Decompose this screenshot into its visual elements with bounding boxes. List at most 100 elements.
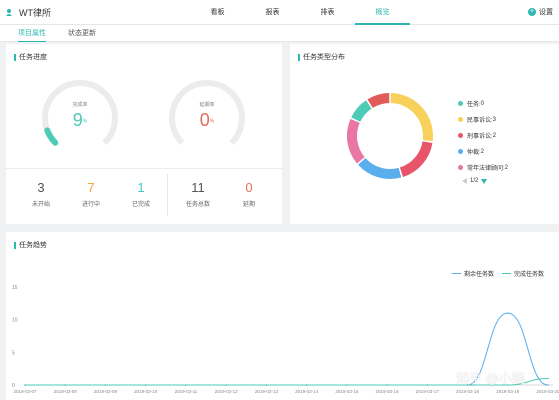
tab-status-updates[interactable]: 状态更新: [68, 25, 96, 42]
panel-title: 任务类型分布: [298, 52, 345, 62]
next-page-icon[interactable]: [481, 178, 488, 184]
series-point[interactable]: [144, 384, 147, 386]
legend-dot: [458, 117, 463, 122]
legend-dot: [458, 149, 463, 154]
overdue-label: 延期率: [199, 102, 215, 108]
stat-label: 未开始: [31, 202, 50, 208]
legend-line: [502, 273, 511, 274]
legend-value: 2: [504, 164, 509, 171]
x-tick-label: 2019-03-10: [134, 389, 158, 394]
legend-value: 0: [480, 100, 485, 107]
legend-item-civil[interactable]: 民事诉讼: 3: [458, 115, 496, 124]
legend-item-arbitration[interactable]: 仲裁: 2: [458, 147, 484, 156]
donut-slice-counsel[interactable]: [347, 118, 365, 164]
legend-label: 常年法律顾问:: [467, 166, 505, 172]
y-tick-label: 5: [12, 350, 15, 356]
stat-value: 0: [245, 180, 253, 195]
divider: [6, 168, 282, 169]
x-tick-label: 2019-03-19: [496, 389, 520, 394]
series-point[interactable]: [104, 384, 107, 386]
prev-page-icon[interactable]: [462, 178, 467, 184]
x-tick-label: 2019-03-09: [94, 389, 118, 394]
x-tick-label: 2019-03-18: [456, 389, 480, 394]
legend-value: 2: [492, 132, 497, 139]
legend-item-counsel[interactable]: 常年法律顾问: 2: [458, 163, 508, 172]
stat-value: 1: [137, 180, 145, 195]
stat-completed[interactable]: 1 已完成: [121, 180, 161, 209]
completion-value: 9%: [72, 110, 88, 130]
donut-slice-task-page2-a[interactable]: [351, 100, 372, 122]
legend-dot: [458, 101, 463, 106]
legend-line: [452, 273, 461, 274]
app-name: WT律所: [19, 8, 51, 18]
legend-value: 3: [492, 116, 497, 123]
x-tick-label: 2019-03-12: [215, 389, 239, 394]
nav-item-overview[interactable]: 概览: [355, 0, 410, 25]
completion-label: 完成率: [72, 102, 88, 108]
nav-item-schedule[interactable]: 排表: [300, 0, 355, 25]
series-point[interactable]: [386, 384, 388, 386]
plus-icon: +: [528, 8, 536, 16]
nav-item-reports[interactable]: 报表: [245, 0, 300, 25]
x-tick-label: 2019-03-14: [295, 389, 319, 394]
x-tick-label: 2019-03-15: [335, 389, 359, 394]
x-tick-label: 2019-03-17: [416, 389, 440, 394]
sub-tabs: 项目属性 状态更新: [0, 25, 559, 42]
x-tick-label: 2019-03-16: [376, 389, 400, 394]
x-tick-label: 2019-03-13: [255, 389, 279, 394]
stat-label: 进行中: [81, 202, 100, 208]
legend-item-task[interactable]: 任务: 0: [458, 99, 484, 108]
legend-dot: [458, 133, 463, 138]
x-tick-label: 2019-03-08: [54, 389, 78, 394]
panel-title: 任务趋势: [14, 240, 47, 250]
legend-pager: 1/2: [462, 178, 488, 184]
main-nav: 看板 报表 排表 概览: [190, 0, 410, 25]
donut-slice-task-page2-b[interactable]: [367, 93, 390, 109]
stat-overdue[interactable]: 0 延期: [229, 180, 269, 209]
logo-icon: [6, 9, 12, 16]
nav-item-board[interactable]: 看板: [190, 0, 245, 25]
top-navigation-bar: WT律所 看板 报表 排表 概览 + 设置: [0, 0, 559, 25]
series-point[interactable]: [64, 384, 67, 386]
tab-project-attributes[interactable]: 项目属性: [18, 25, 46, 42]
settings-button[interactable]: + 设置: [528, 7, 553, 17]
watermark: 知乎 @小娴: [456, 371, 525, 386]
series-point[interactable]: [225, 384, 227, 386]
series-point[interactable]: [426, 384, 429, 386]
legend-item-criminal[interactable]: 刑事诉讼: 2: [458, 131, 496, 140]
legend-label: 仲裁:: [467, 150, 481, 156]
stat-total[interactable]: 11 任务总数: [178, 180, 218, 209]
stat-label: 已完成: [131, 202, 150, 208]
stat-in-progress[interactable]: 7 进行中: [71, 180, 111, 209]
x-tick-label: 2019-03-07: [13, 389, 37, 394]
stat-value: 7: [87, 180, 95, 195]
app-logo[interactable]: WT律所: [6, 6, 51, 19]
legend-label: 刑事诉讼:: [467, 134, 493, 140]
legend-label: 任务:: [467, 102, 481, 108]
x-tick-label: 2019-03-20: [536, 389, 559, 394]
legend-dot: [458, 165, 463, 170]
series-point[interactable]: [305, 384, 308, 386]
stat-label: 任务总数: [185, 202, 210, 208]
stat-not-started[interactable]: 3 未开始: [21, 180, 61, 209]
donut-slice-civil[interactable]: [390, 93, 433, 142]
y-tick-label: 15: [12, 285, 18, 291]
series-point[interactable]: [547, 384, 549, 386]
stat-value: 11: [191, 180, 205, 195]
task-progress-panel: 任务进度 完成率 9% 延期率 0% 3 未开始 7 进行中 1 已完成 11 …: [6, 44, 282, 224]
series-point[interactable]: [547, 377, 549, 380]
stat-label: 延期: [242, 202, 255, 208]
legend-value: 2: [480, 148, 485, 155]
stat-value: 3: [37, 180, 45, 195]
pager-text: 1/2: [470, 178, 479, 184]
series-point[interactable]: [24, 384, 26, 386]
series-point[interactable]: [185, 384, 187, 386]
series-point[interactable]: [346, 384, 348, 386]
donut-slice-arbitration[interactable]: [358, 157, 402, 179]
settings-label: 设置: [539, 9, 553, 16]
series-point[interactable]: [506, 312, 509, 314]
series-point[interactable]: [265, 384, 268, 386]
donut-slice-criminal[interactable]: [399, 141, 433, 178]
x-tick-label: 2019-03-11: [175, 389, 198, 394]
legend-label: 民事诉讼:: [467, 118, 493, 124]
